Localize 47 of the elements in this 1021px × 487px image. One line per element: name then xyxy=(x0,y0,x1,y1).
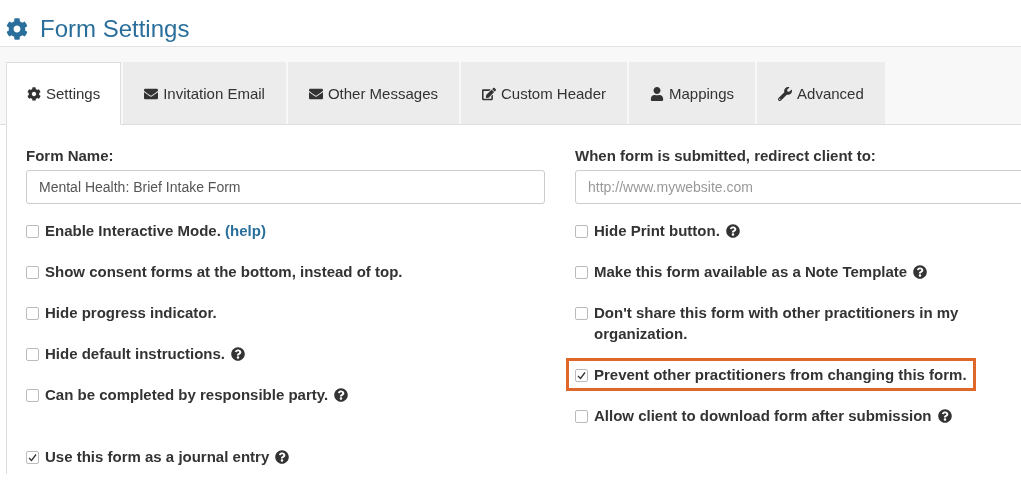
option-label: Make this form available as a Note Template xyxy=(594,263,908,280)
field-label: When form is submitted, redirect client to: xyxy=(575,147,877,164)
envelope-icon xyxy=(308,86,323,101)
tab[interactable]: Other Messages xyxy=(287,62,459,124)
option-label: Don't share this form with other practitioners in my organization. xyxy=(594,304,959,342)
option-label: Show consent forms at the bottom, instead of top. xyxy=(45,263,403,280)
option-label: Allow client to download form after submission xyxy=(594,407,932,424)
field-label: Form Name: xyxy=(26,147,115,164)
checkbox[interactable] xyxy=(575,266,588,279)
option-label: Use this form as a journal entry xyxy=(45,448,270,465)
form-name-field[interactable]: Mental Health: Brief Intake Form xyxy=(26,170,545,204)
page-title: Form Settings xyxy=(40,15,190,43)
wrench-icon xyxy=(778,86,793,101)
settings-icon xyxy=(6,18,28,40)
help-icon[interactable] xyxy=(275,450,290,464)
checkbox[interactable] xyxy=(26,266,39,279)
help-icon[interactable] xyxy=(725,224,740,238)
tab[interactable]: Invitation Email xyxy=(123,62,286,124)
tab[interactable]: Custom Header xyxy=(460,62,627,124)
help-icon[interactable] xyxy=(334,388,349,402)
option-label: Enable Interactive Mode. xyxy=(45,222,221,239)
option-label: Hide Print button. xyxy=(594,222,720,239)
redirect-url-field[interactable]: http://www.mywebsite.com xyxy=(575,170,1021,204)
tab[interactable]: Settings xyxy=(6,62,122,125)
checkbox[interactable] xyxy=(26,307,39,320)
checkbox[interactable] xyxy=(575,369,588,382)
user-icon xyxy=(650,86,664,101)
settings-icon xyxy=(27,86,41,101)
option-label: Can be completed by responsible party. xyxy=(45,386,329,403)
option-label: Prevent other practitioners from changing this form. xyxy=(594,366,967,383)
help-link[interactable]: (help) xyxy=(225,222,266,239)
help-icon[interactable] xyxy=(231,347,245,361)
checkbox[interactable] xyxy=(575,225,588,238)
checkbox[interactable] xyxy=(26,348,39,361)
edit-icon xyxy=(481,86,496,101)
help-icon[interactable] xyxy=(937,409,952,423)
checkbox[interactable] xyxy=(26,451,39,464)
checkbox[interactable] xyxy=(575,307,588,320)
option-label: Hide default instructions. xyxy=(45,345,225,362)
tab[interactable]: Mappings xyxy=(629,62,756,124)
checkbox[interactable] xyxy=(26,389,39,402)
checkbox[interactable] xyxy=(26,225,39,238)
help-icon[interactable] xyxy=(913,265,928,279)
tab[interactable]: Advanced xyxy=(757,62,885,124)
checkbox[interactable] xyxy=(575,410,588,423)
option-label: Hide progress indicator. xyxy=(45,304,217,321)
envelope-icon xyxy=(144,86,159,101)
